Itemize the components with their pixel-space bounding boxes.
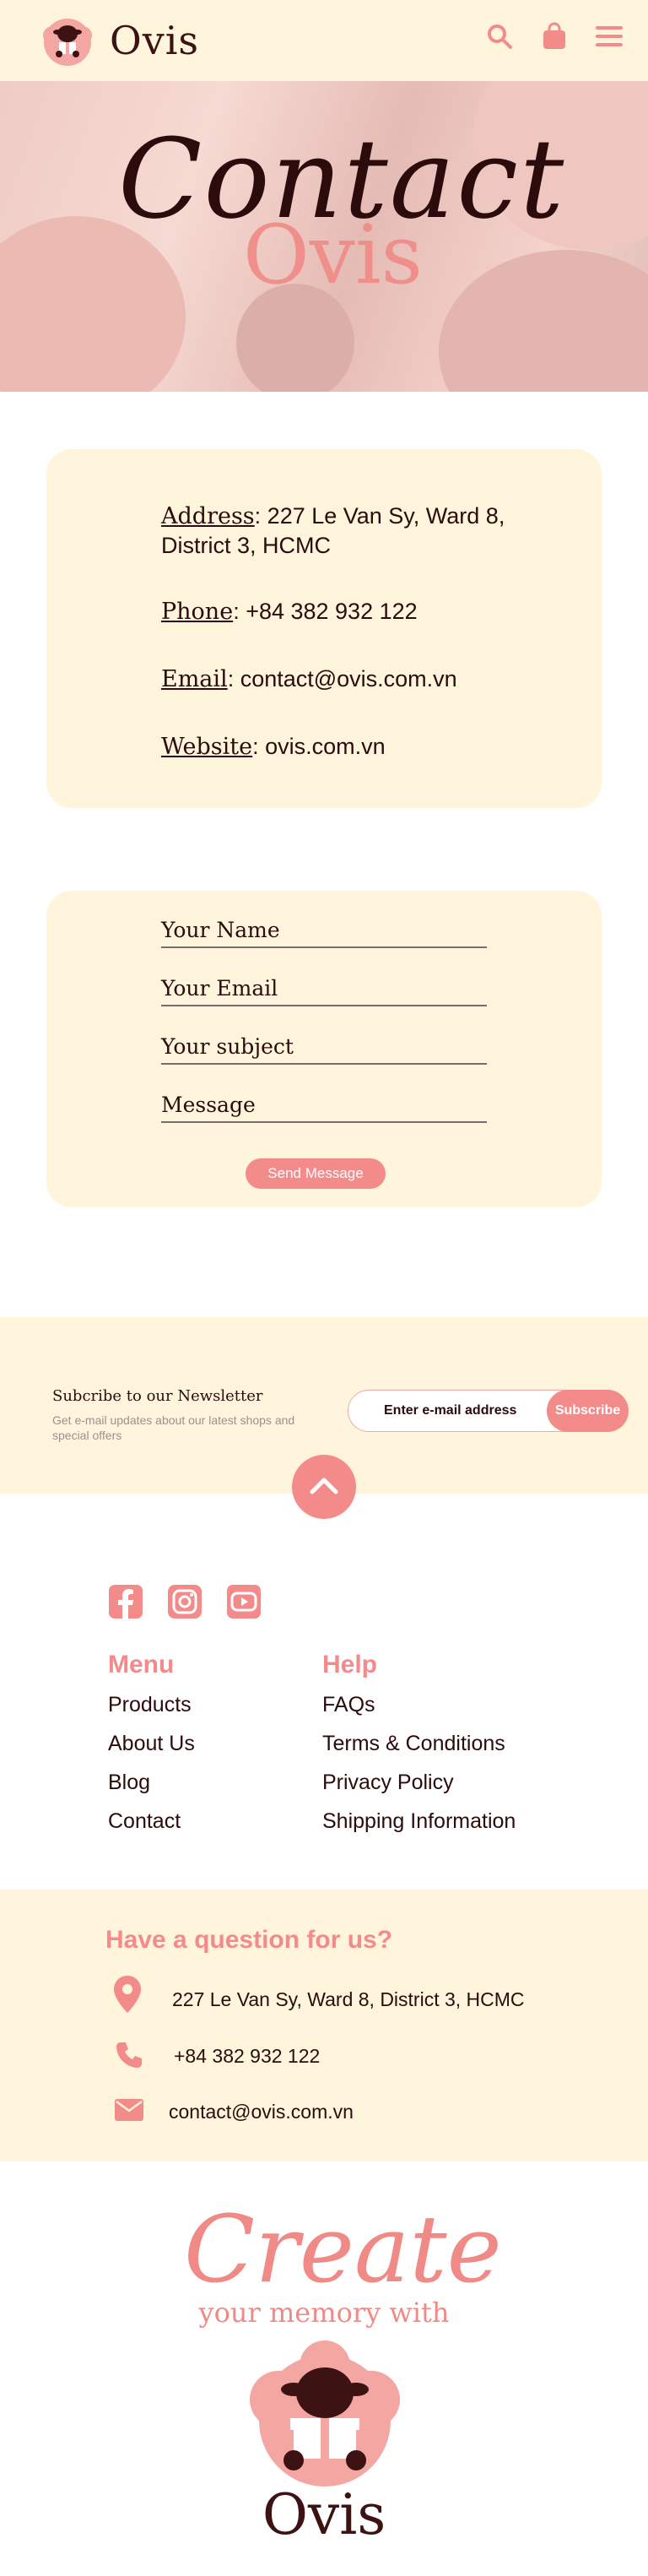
sheep-gift-logo-icon (250, 2340, 400, 2487)
back-to-top-button[interactable] (292, 1455, 356, 1519)
facebook-icon[interactable] (108, 1584, 143, 1619)
social-links (108, 1584, 262, 1619)
logo[interactable]: Ovis (40, 14, 199, 68)
subject-field[interactable]: Your subject (161, 1033, 487, 1065)
contact-form: Your Name Your Email Your subject Messag… (46, 891, 602, 1207)
phone-icon (116, 2042, 142, 2068)
address-label: Address (161, 503, 255, 529)
question-email[interactable]: contact@ovis.com.vn (169, 2101, 354, 2123)
email-field[interactable]: Your Email (161, 974, 487, 1006)
message-field[interactable]: Message (161, 1091, 487, 1123)
menu-heading: Menu (108, 1651, 175, 1678)
email-row: Email: contact@ovis.com.vn (161, 664, 457, 694)
footer-link-products[interactable]: Products (108, 1693, 192, 1717)
footer-link-privacy[interactable]: Privacy Policy (322, 1771, 454, 1795)
newsletter-description: Get e-mail updates about our latest shop… (52, 1413, 295, 1442)
location-pin-icon (114, 1976, 141, 2013)
bottom-brand-name: Ovis (262, 2482, 386, 2547)
footer-link-terms[interactable]: Terms & Conditions (322, 1732, 505, 1756)
question-address: 227 Le Van Sy, Ward 8, District 3, HCMC (172, 1988, 525, 2010)
website-value[interactable]: : ovis.com.vn (252, 734, 386, 759)
help-heading: Help (322, 1651, 378, 1678)
footer-link-contact[interactable]: Contact (108, 1809, 181, 1834)
question-phone[interactable]: +84 382 932 122 (174, 2045, 320, 2068)
chevron-up-icon (310, 1478, 338, 1494)
hero-banner: Contact Ovis (0, 81, 648, 392)
footer-link-blog[interactable]: Blog (108, 1771, 150, 1795)
address-value: : 227 Le Van Sy, Ward 8, (254, 503, 505, 529)
email-label: Email (161, 666, 228, 692)
newsletter-title: Subcribe to our Newsletter (52, 1387, 263, 1405)
tagline: your memory with (198, 2297, 450, 2329)
phone-label: Phone (161, 599, 234, 625)
contact-info-card: Address: 227 Le Van Sy, Ward 8, District… (46, 449, 602, 808)
name-field[interactable]: Your Name (161, 916, 487, 948)
brand-name: Ovis (110, 18, 200, 63)
sheep-logo-icon (43, 19, 92, 66)
search-icon[interactable] (486, 23, 513, 50)
phone-value[interactable]: : +84 382 932 122 (233, 599, 417, 624)
subscribe-button[interactable]: Subscribe (547, 1390, 629, 1432)
question-title: Have a question for us? (105, 1926, 393, 1954)
phone-row: Phone: +84 382 932 122 (161, 597, 418, 626)
footer-link-shipping[interactable]: Shipping Information (322, 1809, 516, 1834)
site-header: Ovis (0, 0, 648, 81)
hero-subtitle: Ovis (243, 208, 423, 302)
youtube-icon[interactable] (226, 1584, 262, 1619)
instagram-icon[interactable] (167, 1584, 202, 1619)
question-section: Have a question for us? 227 Le Van Sy, W… (0, 1890, 648, 2161)
menu-icon[interactable] (596, 24, 623, 48)
send-message-button[interactable]: Send Message (246, 1158, 386, 1189)
email-value[interactable]: : contact@ovis.com.vn (228, 666, 457, 691)
address-value-line2: District 3, HCMC (161, 533, 331, 558)
shopping-bag-icon[interactable] (542, 22, 567, 51)
footer-link-about[interactable]: About Us (108, 1732, 195, 1756)
website-row: Website: ovis.com.vn (161, 732, 386, 762)
website-label: Website (161, 734, 253, 760)
footer-link-faqs[interactable]: FAQs (322, 1693, 375, 1717)
address-row: Address: 227 Le Van Sy, Ward 8, District… (161, 502, 505, 561)
create-script-word: Create (184, 2195, 502, 2303)
mail-icon (115, 2099, 143, 2121)
